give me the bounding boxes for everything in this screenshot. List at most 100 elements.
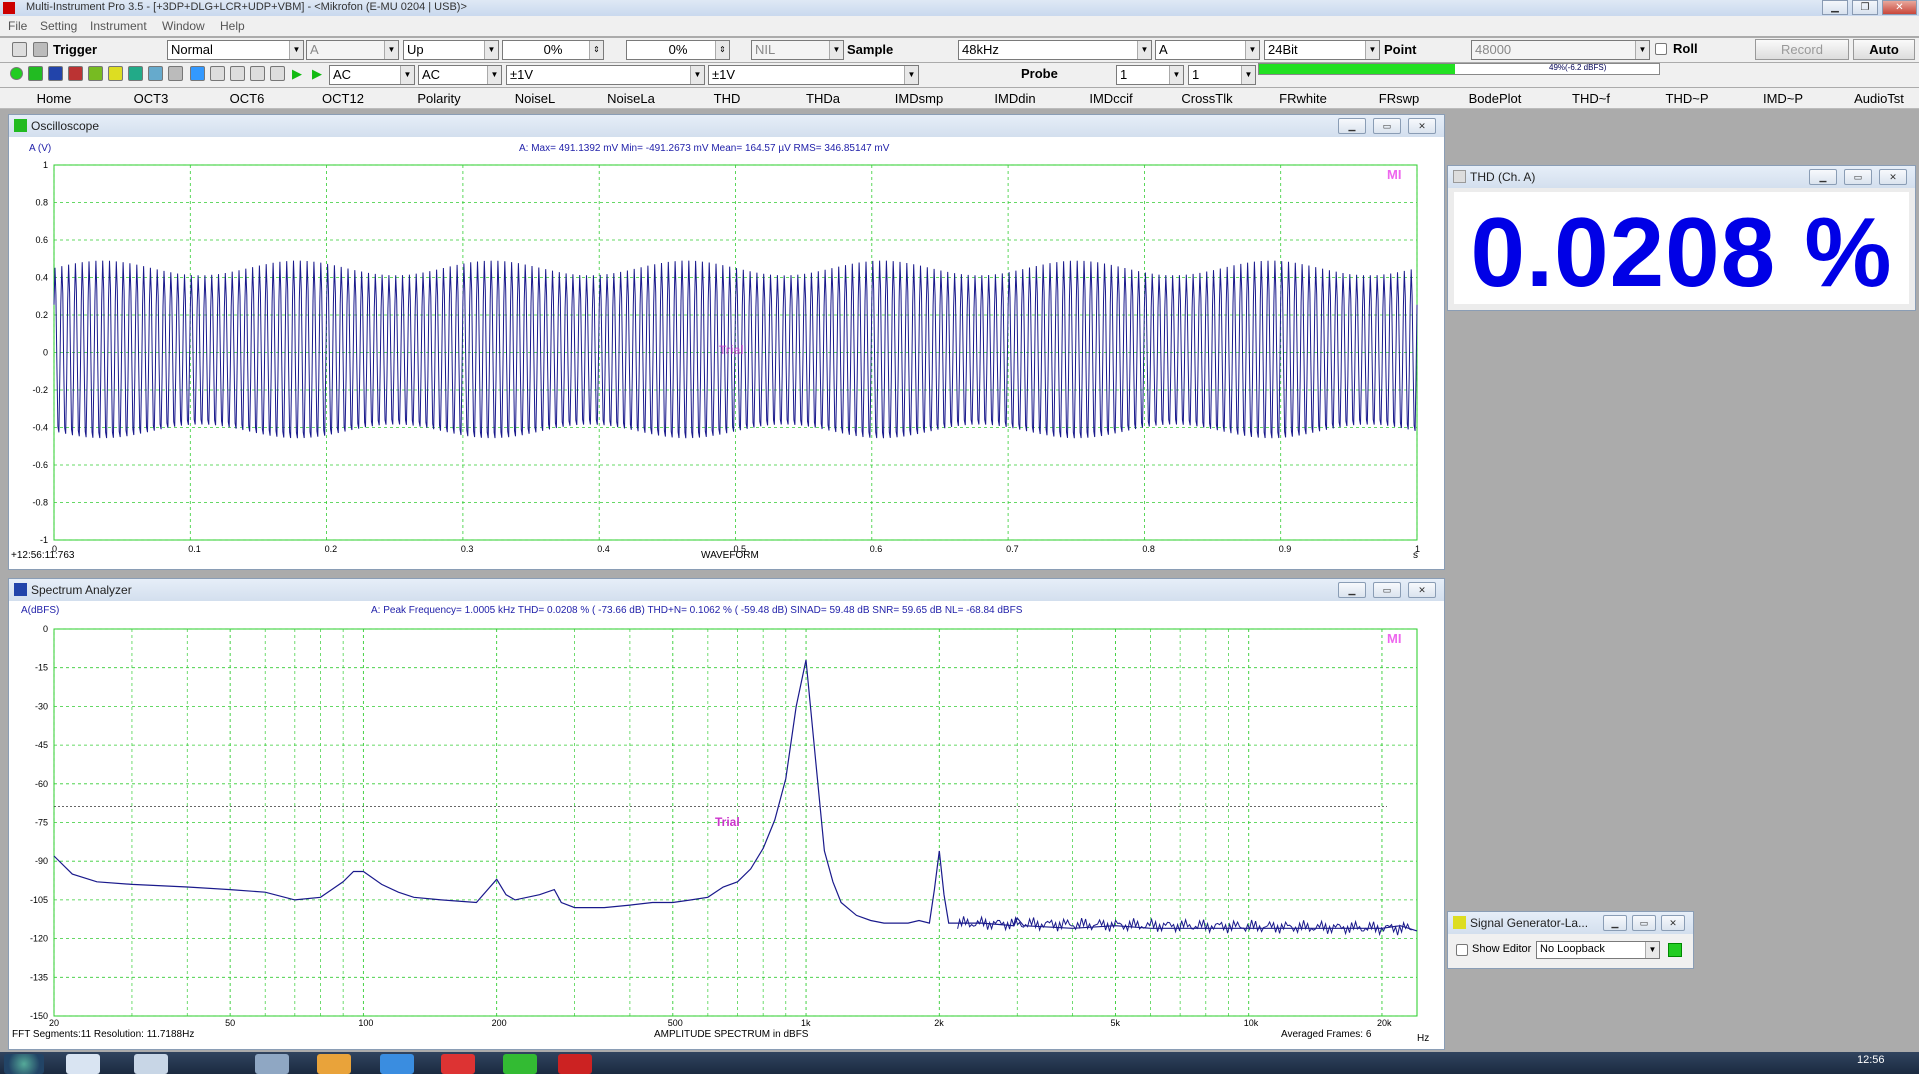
siggen-minimize-button[interactable]: ▁ [1603, 915, 1627, 931]
run-indicator-icon[interactable] [10, 67, 23, 80]
record-button[interactable]: Record [1755, 39, 1849, 60]
channel-a-icon[interactable] [210, 66, 225, 81]
taskbar-chrome-icon[interactable] [441, 1054, 475, 1074]
range-b-select[interactable]: ±1V ▼ [708, 65, 919, 85]
siggen-maximize-button[interactable]: ▭ [1632, 915, 1656, 931]
channel-b-icon[interactable] [230, 66, 245, 81]
open-folder-icon[interactable] [12, 42, 27, 57]
windows-taskbar: 12:56 [0, 1052, 1919, 1074]
menu-window[interactable]: Window [162, 19, 205, 33]
tab-oct6[interactable]: OCT6 [230, 91, 265, 106]
probe-a-select[interactable]: 1 ▼ [1116, 65, 1184, 85]
tab-thda[interactable]: THDa [806, 91, 840, 106]
tab-thd-p[interactable]: THD~P [1666, 91, 1709, 106]
tab-bodeplot[interactable]: BodePlot [1469, 91, 1522, 106]
taskbar-app1-icon[interactable] [66, 1054, 100, 1074]
tab-thd[interactable]: THD [714, 91, 741, 106]
oscilloscope-window: Oscilloscope ▁ ▭ ✕ 0 0.1 0.2 0.3 0.4 0.5 0.6 0.… [8, 114, 1445, 570]
play-once-icon[interactable]: ▶ [312, 66, 327, 81]
tab-imddin[interactable]: IMDdin [994, 91, 1035, 106]
roll-checkbox[interactable] [1655, 43, 1667, 55]
meter-icon[interactable] [168, 66, 183, 81]
bit-depth-select[interactable]: 24Bit ▼ [1264, 40, 1380, 60]
sample-channel-select[interactable]: A ▼ [1155, 40, 1260, 60]
probe-icon[interactable] [190, 66, 205, 81]
taskbar-app3-icon[interactable] [503, 1054, 537, 1074]
spec-x-tick: 20 [49, 1018, 59, 1028]
trigger-mode-select[interactable]: Normal ▼ [167, 40, 304, 60]
menu-setting[interactable]: Setting [40, 19, 77, 33]
input-level-meter: 49%(-6.2 dBFS) [1258, 63, 1660, 75]
spectrum3d-icon[interactable] [68, 66, 83, 81]
tab-imdsmp[interactable]: IMDsmp [895, 91, 943, 106]
auto-button[interactable]: Auto [1853, 39, 1915, 60]
dmm-icon[interactable] [128, 66, 143, 81]
save-icon[interactable] [33, 42, 48, 57]
tab-imd-p[interactable]: IMD~P [1763, 91, 1803, 106]
probe-b-select[interactable]: 1 ▼ [1188, 65, 1256, 85]
start-button[interactable] [4, 1054, 44, 1074]
points-select[interactable]: 48000 ▼ [1471, 40, 1650, 60]
menu-instrument[interactable]: Instrument [90, 19, 147, 33]
menu-file[interactable]: File [8, 19, 27, 33]
generator-run-button[interactable] [1668, 943, 1682, 957]
sample-rate-select[interactable]: 48kHz ▼ [958, 40, 1152, 60]
window-title: Multi-Instrument Pro 3.5 - [+3DP+DLG+LCR… [26, 1, 467, 13]
tab-noisela[interactable]: NoiseLa [607, 91, 655, 106]
trigger-level-spinner[interactable]: 0% ⇕ [502, 40, 604, 60]
range-a-select[interactable]: ±1V ▼ [506, 65, 705, 85]
taskbar-media-icon[interactable] [317, 1054, 351, 1074]
menu-help[interactable]: Help [220, 19, 245, 33]
tab-oct12[interactable]: OCT12 [322, 91, 364, 106]
thd-meter-window: THD (Ch. A) ▁ ▭ ✕ 0.0208 % [1447, 165, 1916, 311]
spectrum-icon[interactable] [48, 66, 63, 81]
osc-x-tick: 0.9 [1279, 544, 1292, 554]
thd-header: THD (Ch. A) ▁ ▭ ✕ [1448, 166, 1915, 188]
close-button[interactable]: ✕ [1882, 0, 1917, 15]
siggen-close-button[interactable]: ✕ [1661, 915, 1685, 931]
spec-y-tick: -30 [35, 701, 48, 711]
settings-icon[interactable] [250, 66, 265, 81]
taskbar-explorer-icon[interactable] [255, 1054, 289, 1074]
tab-noisel[interactable]: NoiseL [515, 91, 555, 106]
taskbar-app2-icon[interactable] [134, 1054, 168, 1074]
coupling-b-select[interactable]: AC ▼ [418, 65, 502, 85]
generator-icon[interactable] [108, 66, 123, 81]
tab-oct3[interactable]: OCT3 [134, 91, 169, 106]
tab-imdccif[interactable]: IMDccif [1089, 91, 1132, 106]
trigger-channel-select[interactable]: A ▼ [306, 40, 399, 60]
tab-frwhite[interactable]: FRwhite [1279, 91, 1327, 106]
coupling-a-select[interactable]: AC ▼ [329, 65, 415, 85]
phase-plot-icon[interactable] [88, 66, 103, 81]
thd-maximize-button[interactable]: ▭ [1844, 169, 1872, 185]
spec-y-tick: -150 [30, 1011, 48, 1021]
tab-frswp[interactable]: FRswp [1379, 91, 1419, 106]
restore-button[interactable]: ❐ [1852, 0, 1878, 15]
trigger-pre-spinner[interactable]: 0% ⇕ [626, 40, 730, 60]
tab-audiotst[interactable]: AudioTst [1854, 91, 1904, 106]
thd-close-button[interactable]: ✕ [1879, 169, 1907, 185]
osc-x-tick: 0.7 [1006, 544, 1019, 554]
trigger-edge-select[interactable]: Up ▼ [403, 40, 499, 60]
speaker-icon[interactable] [270, 66, 285, 81]
calibration-icon[interactable] [148, 66, 163, 81]
osc-x-tick: 0.6 [870, 544, 883, 554]
thd-window-icon [1453, 170, 1466, 183]
spectrum-analyzer-window: Spectrum Analyzer ▁ ▭ ✕ 20 50 100 200 500 1k 2… [8, 578, 1445, 1050]
oscilloscope-icon[interactable] [28, 66, 43, 81]
tab-crosstlk[interactable]: CrossTlk [1181, 91, 1232, 106]
tab-polarity[interactable]: Polarity [417, 91, 460, 106]
instrument-tab-bar: Home OCT3 OCT6 OCT12 Polarity NoiseL Noi… [0, 88, 1919, 109]
tab-thd-f[interactable]: THD~f [1572, 91, 1610, 106]
osc-x-tick: 0.2 [325, 544, 338, 554]
loopback-select[interactable]: No Loopback ▼ [1536, 941, 1660, 959]
spec-footer-left: FFT Segments:11 Resolution: 11.7188Hz [12, 1029, 195, 1040]
nil-select[interactable]: NIL ▼ [751, 40, 844, 60]
taskbar-multi-instrument-icon[interactable] [558, 1054, 592, 1074]
minimize-button[interactable]: ▁ [1822, 0, 1848, 15]
thd-minimize-button[interactable]: ▁ [1809, 169, 1837, 185]
taskbar-ie-icon[interactable] [380, 1054, 414, 1074]
play-icon[interactable]: ▶ [292, 66, 307, 81]
tab-home[interactable]: Home [37, 91, 72, 106]
show-editor-checkbox[interactable] [1456, 944, 1468, 956]
